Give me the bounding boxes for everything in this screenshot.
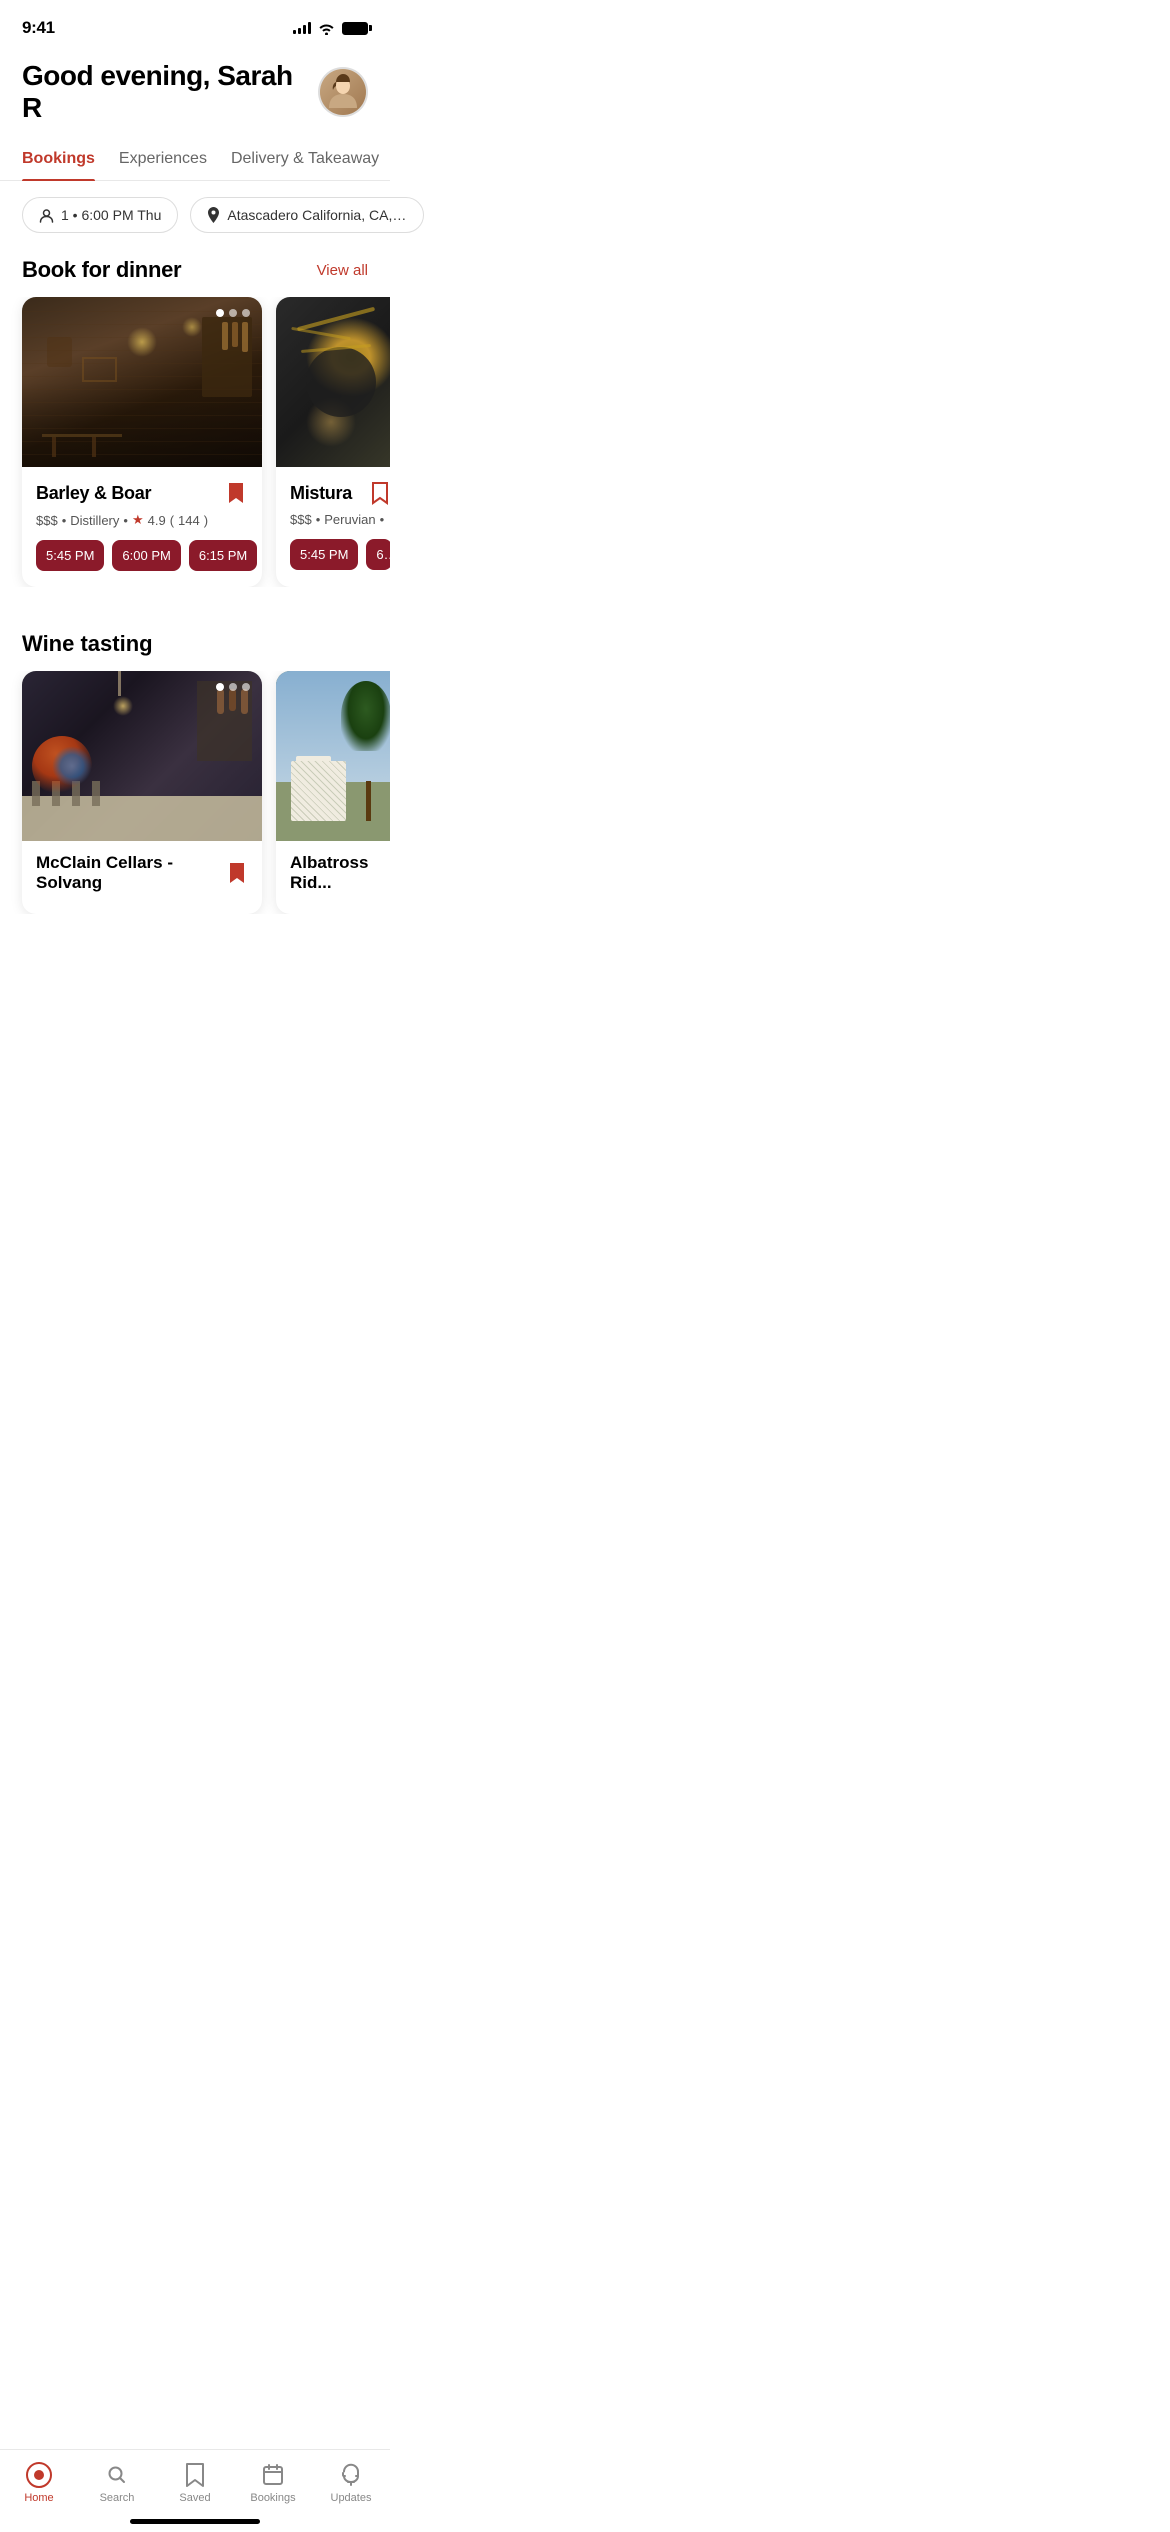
wine-section-header: Wine tasting (0, 613, 390, 671)
card-meta-mistura: $$$ • Peruvian • (290, 512, 390, 527)
card-dots-mcclain (216, 683, 250, 691)
card-image-mistura (276, 297, 390, 467)
restaurant-card-mistura[interactable]: Mistura $$$ • Peruvian • (276, 297, 390, 587)
time-slot-mistura-600[interactable]: 6:… (366, 539, 390, 570)
location-filter[interactable]: Atascadero California, CA, United St... (190, 197, 424, 233)
status-bar: 9:41 (0, 0, 390, 50)
bookings-icon (260, 2462, 286, 2488)
time-slot-615[interactable]: 6:15 PM (189, 540, 257, 571)
time-slot-545[interactable]: 5:45 PM (36, 540, 104, 571)
card-image-barley-boar (22, 297, 262, 467)
person-icon (39, 208, 54, 223)
nav-label-home: Home (24, 2492, 53, 2504)
restaurant-card-barley-boar[interactable]: Barley & Boar $$$ • Distillery • ★ (22, 297, 262, 587)
status-time: 9:41 (22, 18, 55, 38)
tab-delivery[interactable]: Delivery & Takeaway (231, 140, 379, 180)
wine-card-name-albatross: Albatross Rid... (290, 853, 390, 893)
card-meta-barley-boar: $$$ • Distillery • ★ 4.9 ( 144 ) (36, 512, 248, 528)
avatar[interactable] (318, 67, 368, 117)
bookmark-barley-boar[interactable] (224, 479, 248, 507)
location-label: Atascadero California, CA, United St... (227, 207, 407, 223)
dinner-section: Book for dinner View all (0, 249, 390, 595)
wine-card-albatross[interactable]: Albatross Rid... (276, 671, 390, 914)
wine-title: Wine tasting (22, 631, 153, 656)
wifi-icon (318, 22, 335, 35)
filters-row: 1 • 6:00 PM Thu Atascadero California, C… (0, 181, 390, 249)
saved-icon (182, 2462, 208, 2488)
card-name-row-mcclain: McClain Cellars - Solvang (36, 853, 248, 893)
nav-item-search[interactable]: Search (87, 2462, 147, 2504)
time-slots-barley-boar: 5:45 PM 6:00 PM 6:15 PM (36, 540, 248, 571)
guests-label: 1 • 6:00 PM Thu (61, 207, 161, 223)
wine-section: Wine tasting (0, 613, 390, 922)
nav-label-saved: Saved (179, 2492, 210, 2504)
bottom-nav: Home Search Saved Bookings (0, 2449, 390, 2532)
bookmark-mcclain[interactable] (226, 859, 248, 887)
home-icon (26, 2462, 52, 2488)
dinner-section-header: Book for dinner View all (0, 249, 390, 297)
card-name-mistura: Mistura (290, 483, 352, 504)
card-dots-barley-boar (216, 309, 250, 317)
card-body-mistura: Mistura $$$ • Peruvian • (276, 467, 390, 586)
nav-label-bookings: Bookings (250, 2492, 295, 2504)
time-slot-600[interactable]: 6:00 PM (112, 540, 180, 571)
dinner-cards-scroll: Barley & Boar $$$ • Distillery • ★ (0, 297, 390, 587)
card-name-row-albatross: Albatross Rid... (290, 853, 390, 893)
time-slot-mistura-545[interactable]: 5:45 PM (290, 539, 358, 570)
card-name-row-barley-boar: Barley & Boar (36, 479, 248, 507)
status-icons (293, 22, 368, 35)
tabs-bar: Bookings Experiences Delivery & Takeaway (0, 140, 390, 181)
battery-icon (342, 22, 368, 35)
search-icon (104, 2462, 130, 2488)
tab-bookings[interactable]: Bookings (22, 140, 95, 180)
card-image-mcclain (22, 671, 262, 841)
main-content: Good evening, Sarah R Bookings Experienc… (0, 50, 390, 1012)
nav-label-updates: Updates (331, 2492, 372, 2504)
nav-label-search: Search (100, 2492, 135, 2504)
card-name-row-mistura: Mistura (290, 479, 390, 507)
nav-item-updates[interactable]: Updates (321, 2462, 381, 2504)
nav-item-saved[interactable]: Saved (165, 2462, 225, 2504)
nav-item-home[interactable]: Home (9, 2462, 69, 2504)
header: Good evening, Sarah R (0, 50, 390, 140)
wine-card-name-mcclain: McClain Cellars - Solvang (36, 853, 226, 893)
signal-icon (293, 22, 311, 34)
card-body-mcclain: McClain Cellars - Solvang (22, 841, 262, 914)
location-icon (207, 207, 220, 223)
wine-cards-scroll: McClain Cellars - Solvang (0, 671, 390, 914)
view-all-dinner[interactable]: View all (317, 262, 368, 279)
wine-card-mcclain[interactable]: McClain Cellars - Solvang (22, 671, 262, 914)
dinner-title: Book for dinner (22, 257, 181, 283)
card-body-barley-boar: Barley & Boar $$$ • Distillery • ★ (22, 467, 262, 587)
greeting-text: Good evening, Sarah R (22, 60, 318, 124)
time-slots-mistura: 5:45 PM 6:… (290, 539, 390, 570)
tab-experiences[interactable]: Experiences (119, 140, 207, 180)
card-name-barley-boar: Barley & Boar (36, 483, 151, 504)
updates-icon (338, 2462, 364, 2488)
nav-item-bookings[interactable]: Bookings (243, 2462, 303, 2504)
guests-filter[interactable]: 1 • 6:00 PM Thu (22, 197, 178, 233)
avatar-image (320, 69, 366, 115)
bookmark-mistura[interactable] (368, 479, 390, 507)
home-indicator (130, 2519, 260, 2524)
card-body-albatross: Albatross Rid... (276, 841, 390, 914)
card-image-albatross (276, 671, 390, 841)
